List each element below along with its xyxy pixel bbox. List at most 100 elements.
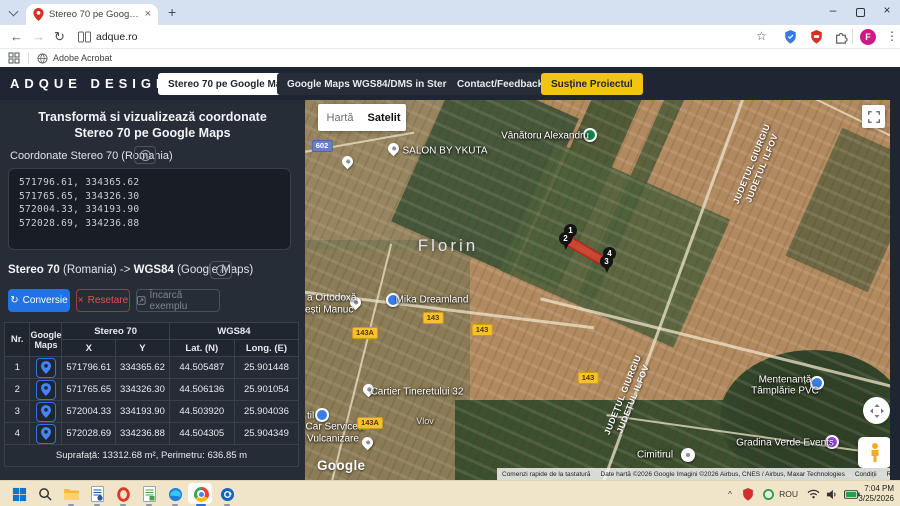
row-lat: 44.503920 <box>169 401 234 423</box>
extensions-puzzle-icon[interactable] <box>834 30 848 44</box>
tab-close-icon[interactable]: × <box>145 9 151 20</box>
road-badge: 143A <box>357 417 383 429</box>
desktop-screen: Stereo 70 pe Google Maps × + – × ← → ↻ a… <box>0 0 900 506</box>
row-lon: 25.904349 <box>234 423 298 445</box>
pegman-control[interactable] <box>858 437 890 468</box>
pan-control[interactable] <box>863 397 890 424</box>
language-indicator[interactable]: ROU <box>779 481 798 506</box>
row-lat: 44.506136 <box>169 379 234 401</box>
map-pin-button[interactable] <box>36 424 56 444</box>
bookmark-item[interactable]: Adobe Acrobat <box>53 53 112 63</box>
col-header-y: Y <box>116 340 170 357</box>
file-explorer-button[interactable] <box>60 484 82 504</box>
road-badge: 143 <box>578 372 599 384</box>
info-icon: i <box>140 150 151 161</box>
poi-label[interactable]: Cartier Tineretului 32 <box>371 387 464 398</box>
site-logo[interactable]: ADQUE DESIGN <box>10 76 170 91</box>
edge-icon <box>168 487 183 502</box>
address-bar-url[interactable]: adque.ro <box>96 31 137 43</box>
profile-avatar[interactable]: F <box>860 29 876 45</box>
satellite-view-button[interactable]: Satelit <box>362 104 406 131</box>
row-lon: 25.904036 <box>234 401 298 423</box>
tab-organize-icon[interactable] <box>78 31 91 43</box>
fullscreen-button[interactable] <box>862 105 885 128</box>
coordinates-textarea[interactable]: 571796.61, 334365.62 571765.65, 334326.3… <box>8 168 291 250</box>
row-lon: 25.901054 <box>234 379 298 401</box>
reset-x-icon: × <box>78 295 84 306</box>
poi-label[interactable]: Car Service& <box>306 422 365 433</box>
convert-button[interactable]: ↻ Conversie <box>8 289 70 312</box>
terms-link[interactable]: Condiții <box>855 471 877 478</box>
volume-icon[interactable] <box>826 481 838 506</box>
reload-icon[interactable]: ↻ <box>54 29 65 45</box>
poi-label-partial[interactable]: ești Manuc <box>305 305 353 316</box>
reset-button[interactable]: × Resetare <box>76 289 130 312</box>
map-pin-button[interactable] <box>36 402 56 422</box>
tab-search-chevron-icon[interactable] <box>10 8 17 15</box>
browser-tab-strip: Stereo 70 pe Google Maps × + – × <box>0 0 900 25</box>
taskbar-clock[interactable]: 7:04 PM 3/25/2026 <box>858 484 894 504</box>
window-maximize-button[interactable] <box>856 8 865 17</box>
google-map-satellite[interactable]: 1 2 4 3 Vânătoru Alexandru SALON BY YKUT… <box>305 100 890 480</box>
row-x: 572004.33 <box>62 401 116 423</box>
road-badge: 143 <box>423 312 444 324</box>
nav-contact-button[interactable]: Contact/Feedback <box>447 73 553 95</box>
blue-pin-icon <box>41 361 51 374</box>
search-icon <box>38 487 53 502</box>
sync-app-button[interactable] <box>216 484 238 504</box>
taskbar-search-button[interactable] <box>34 484 56 504</box>
map-marker-3[interactable]: 3 <box>600 255 613 268</box>
map-pin-button[interactable] <box>36 380 56 400</box>
back-icon[interactable]: ← <box>10 29 23 44</box>
bookmark-star-icon[interactable]: ☆ <box>756 29 767 43</box>
extension-shield-red-icon[interactable] <box>810 30 823 44</box>
poi-label[interactable]: Vânătoru Alexandru <box>501 131 589 142</box>
poi-blue-marker[interactable] <box>315 408 329 422</box>
window-minimize-button[interactable]: – <box>824 3 842 17</box>
conversion-info-button[interactable]: i <box>210 261 232 279</box>
poi-label[interactable]: Tâmplărie PVC <box>751 386 819 397</box>
new-tab-button[interactable]: + <box>168 4 176 20</box>
row-nr: 1 <box>5 357 30 379</box>
browser-toolbar: ← → ↻ adque.ro ☆ F ⋮ <box>0 25 900 49</box>
forward-icon[interactable]: → <box>32 29 45 44</box>
poi-label-partial[interactable]: til <box>307 411 314 422</box>
row-y: 334326.30 <box>116 379 170 401</box>
poi-label-partial[interactable]: a Ortodoxă <box>307 293 356 304</box>
extension-shield-blue-icon[interactable] <box>784 30 797 44</box>
writer-app-button[interactable] <box>86 484 108 504</box>
chrome-browser-button[interactable] <box>190 484 212 504</box>
poi-label[interactable]: SALON BY YKUTA <box>402 146 487 157</box>
tray-expand-button[interactable]: ^ <box>728 481 732 506</box>
wifi-icon[interactable] <box>807 481 820 506</box>
security-shield-icon[interactable] <box>742 481 754 506</box>
map-pin-button[interactable] <box>36 358 56 378</box>
window-close-button[interactable]: × <box>878 3 896 17</box>
poi-label[interactable]: Vulcanizare <box>307 434 359 445</box>
tray-app-icon[interactable] <box>763 481 774 506</box>
poi-label[interactable]: Mentenanță <box>759 375 812 386</box>
map-view-button[interactable]: Hartă <box>318 104 362 131</box>
opera-browser-button[interactable] <box>112 484 134 504</box>
clock-time: 7:04 PM <box>858 484 894 494</box>
nav-support-button[interactable]: Susține Proiectul <box>541 73 643 95</box>
map-attribution-bar: Comenzi rapide de la tastatură Date hart… <box>497 468 890 480</box>
map-marker-2[interactable]: 2 <box>559 232 572 245</box>
keyboard-shortcuts-link[interactable]: Comenzi rapide de la tastatură <box>502 471 591 478</box>
poi-label[interactable]: Mika Dreamland <box>396 295 469 306</box>
start-button[interactable] <box>8 484 30 504</box>
row-x: 571796.61 <box>62 357 116 379</box>
coords-info-button[interactable]: i <box>134 146 156 164</box>
edge-browser-button[interactable] <box>164 484 186 504</box>
browser-menu-icon[interactable]: ⋮ <box>886 29 898 43</box>
col-header-x: X <box>62 340 116 357</box>
load-example-button[interactable]: Încarcă exemplu <box>136 289 220 312</box>
apps-grid-icon[interactable] <box>8 52 20 64</box>
calc-app-button[interactable] <box>138 484 160 504</box>
report-error-link[interactable]: Raportează o eroare pe hartă <box>887 471 890 478</box>
poi-white-marker[interactable] <box>681 448 695 462</box>
poi-label[interactable]: Gradina Verde Events <box>736 438 834 449</box>
poi-label[interactable]: Cimitirul <box>637 450 673 461</box>
browser-tab[interactable]: Stereo 70 pe Google Maps × <box>26 4 158 25</box>
windows-taskbar: ^ ROU 7:04 PM 3/25/2026 <box>0 480 900 506</box>
